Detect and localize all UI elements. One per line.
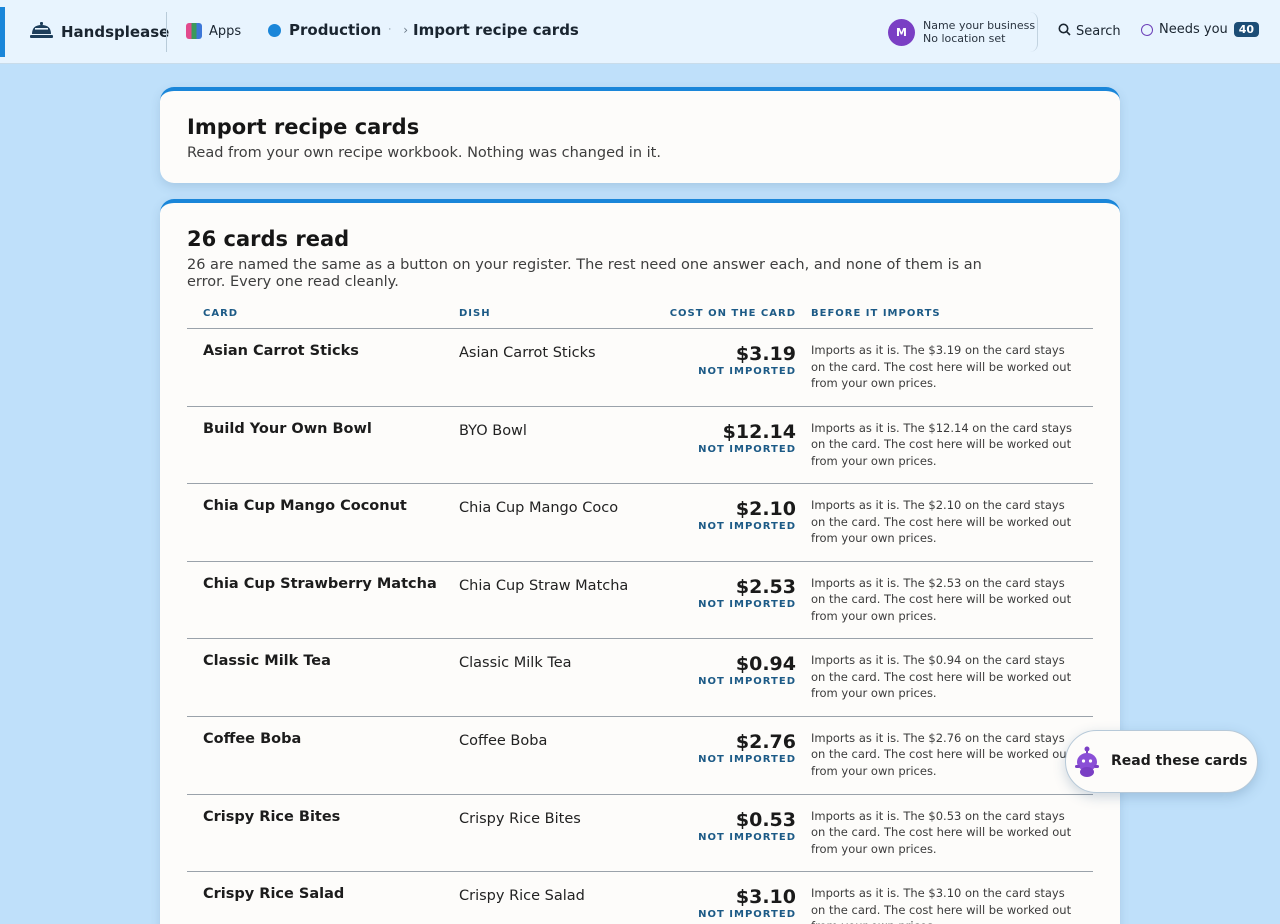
business-name: Name your business	[923, 19, 1036, 32]
apps-button[interactable]: Apps	[186, 23, 241, 39]
apps-label: Apps	[209, 23, 242, 39]
import-status: NOT IMPORTED	[698, 521, 796, 533]
import-status: NOT IMPORTED	[698, 676, 796, 688]
import-status: NOT IMPORTED	[698, 598, 796, 610]
cost-cell: $0.94 NOT IMPORTED	[698, 654, 796, 687]
card-name: Build Your Own Bowl	[203, 420, 372, 437]
cost-amount: $0.53	[735, 808, 796, 831]
intro-card: Import recipe cards Read from your own r…	[160, 87, 1120, 183]
header-divider	[166, 12, 167, 52]
cost-amount: $0.94	[735, 653, 796, 676]
list-title: 26 cards read	[187, 227, 350, 251]
column-header-dish: DISH	[459, 308, 491, 319]
business-location: No location set	[923, 32, 1006, 45]
cost-amount: $3.10	[735, 886, 796, 909]
card-name: Chia Cup Mango Coconut	[203, 498, 407, 515]
search-icon	[1058, 23, 1071, 40]
card-name: Asian Carrot Sticks	[203, 343, 359, 359]
cost-amount: $2.10	[735, 498, 796, 521]
import-note: Imports as it is. The $3.10 on the card …	[811, 886, 1072, 924]
search-label: Search	[1076, 24, 1121, 39]
card-name: Crispy Rice Salad	[203, 886, 345, 903]
import-note: Imports as it is. The $2.53 on the card …	[811, 575, 1072, 623]
breadcrumb-current: Import recipe cards	[413, 21, 579, 39]
table-row[interactable]: Build Your Own Bowl BYO Bowl $12.14 NOT …	[187, 407, 1093, 485]
read-cards-button[interactable]: Read these cards	[1065, 730, 1258, 793]
table-row[interactable]: Classic Milk Tea Classic Milk Tea $0.94 …	[187, 639, 1093, 717]
table-header: CARD DISH COST ON THE CARD BEFORE IT IMP…	[187, 304, 1093, 329]
service-bell-icon	[30, 22, 53, 42]
cards-list-panel: 26 cards read 26 are named the same as a…	[160, 199, 1120, 924]
card-name: Classic Milk Tea	[203, 653, 331, 670]
table-row[interactable]: Crispy Rice Bites Crispy Rice Bites $0.5…	[187, 795, 1093, 873]
cost-cell: $2.10 NOT IMPORTED	[698, 499, 796, 532]
import-note: Imports as it is. The $0.53 on the card …	[811, 808, 1072, 856]
apps-grid-icon	[186, 23, 202, 39]
dish-name: Asian Carrot Sticks	[459, 345, 596, 361]
cost-amount: $2.53	[735, 575, 796, 598]
needs-you-count-badge: 40	[1233, 22, 1260, 37]
column-header-before-import: BEFORE IT IMPORTS	[811, 308, 941, 319]
needs-you-button[interactable]: Needs you 40	[1141, 22, 1260, 37]
cost-amount: $12.14	[722, 420, 796, 443]
dish-name: BYO Bowl	[459, 422, 527, 439]
breadcrumb-dot: ·	[388, 25, 392, 35]
page-title: Import recipe cards	[187, 115, 420, 139]
cost-amount: $3.19	[735, 343, 796, 365]
brand[interactable]: Handsplease	[30, 20, 169, 44]
card-name: Crispy Rice Bites	[203, 808, 341, 825]
cost-cell: $3.10 NOT IMPORTED	[698, 887, 796, 920]
brand-name: Handsplease	[61, 23, 170, 41]
dish-name: Crispy Rice Salad	[459, 888, 585, 905]
cost-cell: $12.14 NOT IMPORTED	[698, 422, 796, 455]
import-status: NOT IMPORTED	[698, 831, 796, 843]
account-switcher[interactable]: M Name your business No location set	[888, 12, 1038, 52]
workspace-dot-icon	[268, 23, 281, 37]
page-subtitle: Read from your own recipe workbook. Noth…	[187, 145, 661, 161]
import-status: NOT IMPORTED	[698, 366, 796, 377]
dish-name: Classic Milk Tea	[459, 655, 572, 672]
column-header-cost: COST ON THE CARD	[669, 308, 796, 319]
import-note: Imports as it is. The $2.76 on the card …	[811, 730, 1072, 778]
cost-amount: $2.76	[735, 730, 796, 753]
table-body: Asian Carrot Sticks Asian Carrot Sticks …	[187, 329, 1093, 924]
column-header-card: CARD	[203, 308, 239, 319]
import-note: Imports as it is. The $12.14 on the card…	[811, 420, 1073, 468]
dish-name: Chia Cup Straw Matcha	[459, 577, 629, 594]
cost-cell: $0.53 NOT IMPORTED	[698, 810, 796, 843]
needs-you-label: Needs you	[1159, 22, 1228, 37]
breadcrumb: Production · › Import recipe cards	[268, 21, 579, 39]
card-name: Coffee Boba	[203, 730, 302, 747]
status-ring-icon	[1141, 23, 1153, 36]
dish-name: Crispy Rice Bites	[459, 810, 581, 827]
list-subtitle: 26 are named the same as a button on you…	[187, 257, 982, 290]
search-button[interactable]: Search	[1058, 23, 1121, 40]
table-row[interactable]: Chia Cup Strawberry Matcha Chia Cup Stra…	[187, 562, 1093, 640]
cost-cell: $2.76 NOT IMPORTED	[698, 732, 796, 765]
import-note: Imports as it is. The $2.10 on the card …	[811, 498, 1072, 546]
import-status: NOT IMPORTED	[698, 753, 796, 765]
table-row[interactable]: Asian Carrot Sticks Asian Carrot Sticks …	[187, 329, 1093, 407]
chevron-right-icon: ›	[403, 23, 408, 37]
robot-assistant-icon	[1074, 746, 1100, 778]
top-bar: Handsplease Apps Production · › Import r…	[0, 0, 1280, 64]
breadcrumb-workspace[interactable]: Production	[289, 21, 381, 39]
cost-cell: $2.53 NOT IMPORTED	[698, 577, 796, 610]
import-note: Imports as it is. The $0.94 on the card …	[811, 653, 1072, 701]
table-row[interactable]: Chia Cup Mango Coconut Chia Cup Mango Co…	[187, 484, 1093, 562]
card-name: Chia Cup Strawberry Matcha	[203, 575, 437, 592]
table-row[interactable]: Coffee Boba Coffee Boba $2.76 NOT IMPORT…	[187, 717, 1093, 795]
read-cards-label: Read these cards	[1111, 753, 1248, 769]
dish-name: Chia Cup Mango Coco	[459, 500, 619, 517]
dish-name: Coffee Boba	[459, 732, 548, 749]
avatar: M	[888, 18, 915, 46]
cost-cell: $3.19 NOT IMPORTED	[698, 344, 796, 377]
active-indicator	[0, 7, 5, 57]
import-note: Imports as it is. The $3.19 on the card …	[811, 343, 1072, 390]
import-status: NOT IMPORTED	[698, 443, 796, 455]
table-row[interactable]: Crispy Rice Salad Crispy Rice Salad $3.1…	[187, 872, 1093, 924]
import-status: NOT IMPORTED	[698, 909, 796, 921]
